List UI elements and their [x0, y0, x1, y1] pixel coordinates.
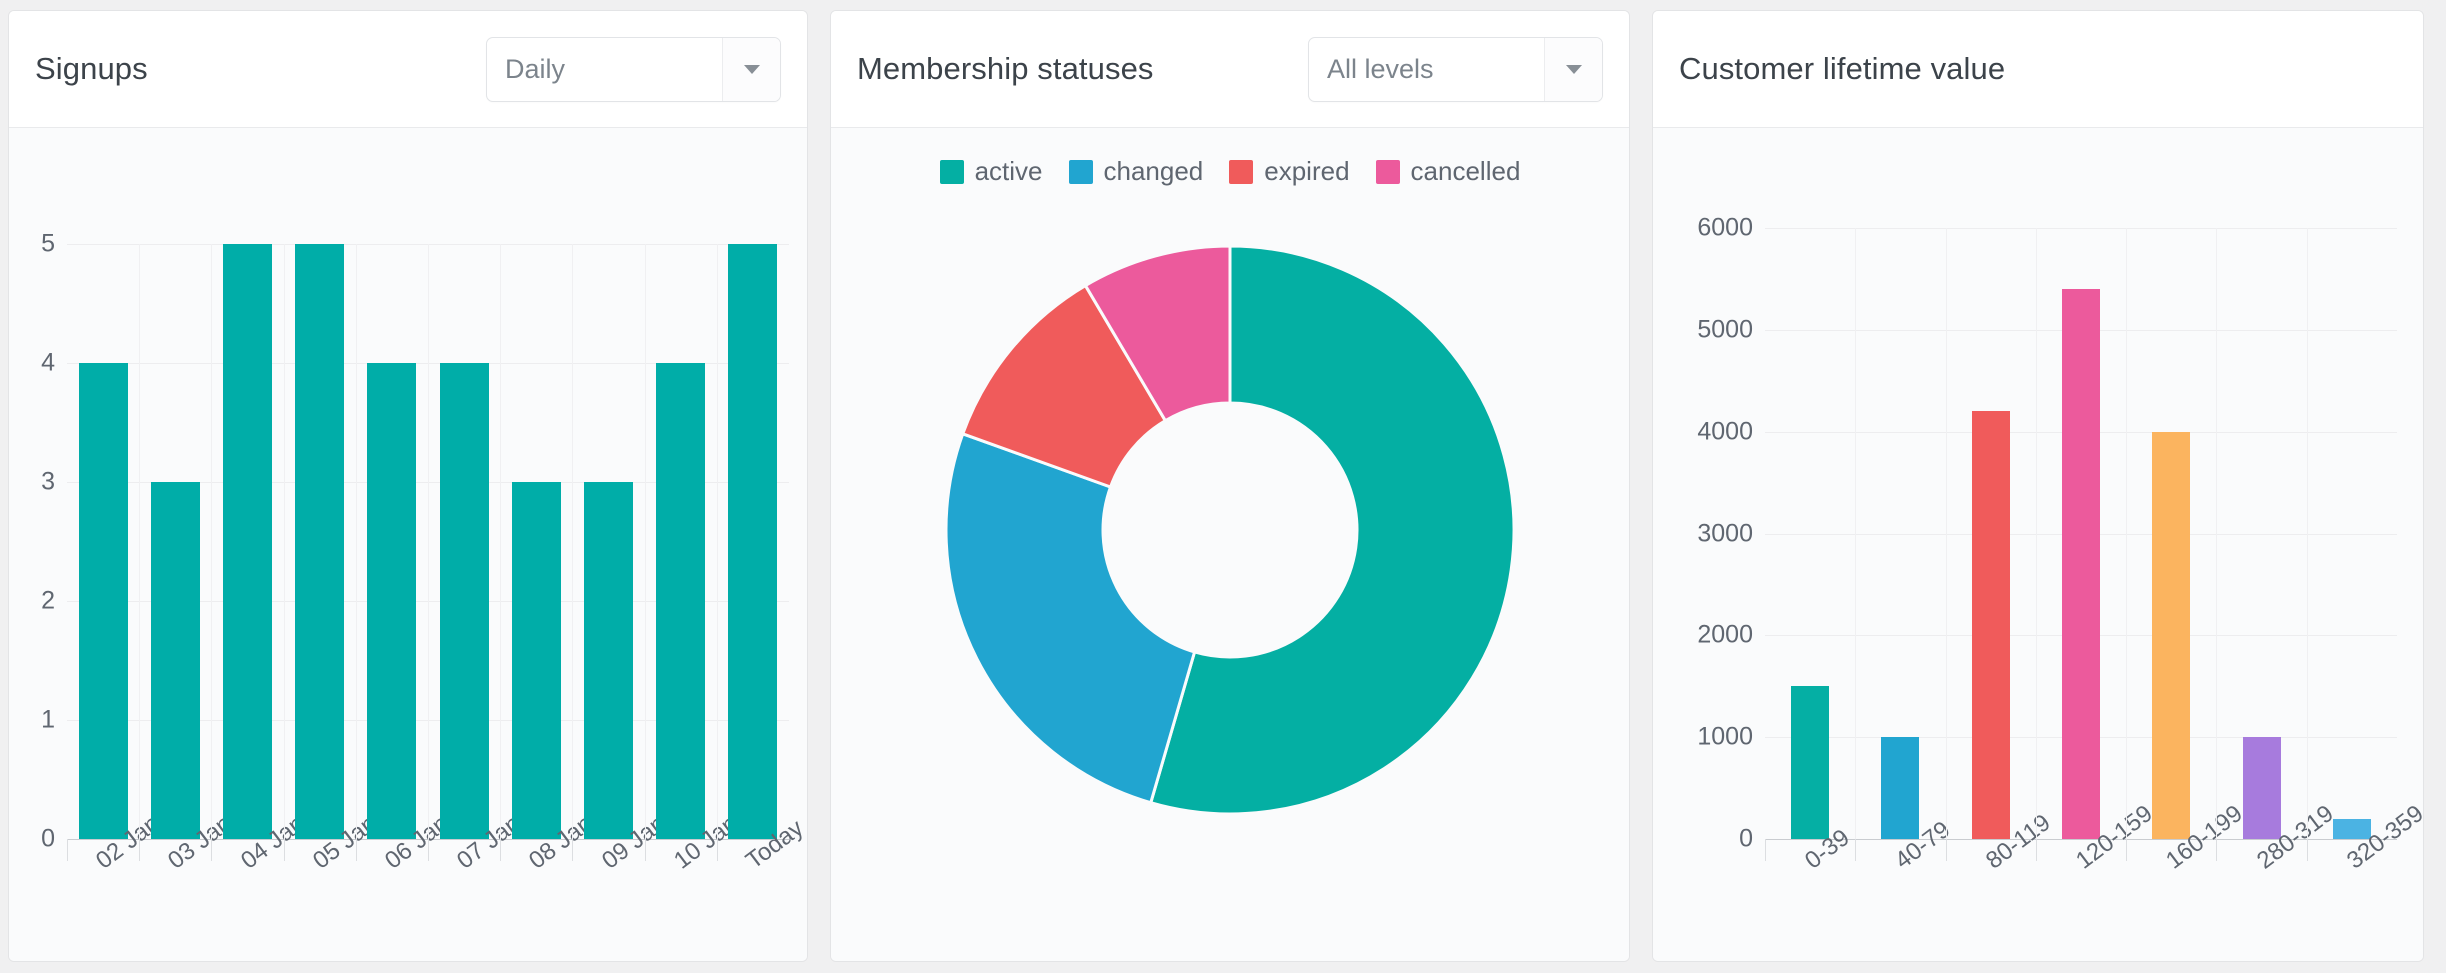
page-title: Customer lifetime value — [1679, 51, 2006, 86]
signups-period-select[interactable]: Daily — [486, 36, 781, 102]
y-axis-tick-label: 3 — [41, 467, 55, 496]
bar[interactable] — [511, 482, 561, 839]
y-axis-tick-label: 0 — [41, 824, 55, 853]
gridline — [2306, 228, 2308, 839]
dashboard: Signups Daily 0 1 2 3 4 5 02 Jan 03 Jan 04 Jan 05… — [0, 0, 2446, 973]
bar[interactable] — [728, 244, 778, 839]
page-title: Signups — [35, 51, 148, 86]
x-axis-tick — [428, 839, 429, 861]
x-axis-tick — [2216, 839, 2218, 861]
legend-swatch-icon — [1375, 159, 1400, 184]
y-axis-tick-label: 4000 — [1697, 417, 1753, 446]
bar[interactable] — [1791, 686, 1830, 839]
donut-slice[interactable]: changed: 26 — [944, 431, 1197, 805]
chevron-down-icon[interactable] — [722, 37, 780, 101]
x-axis-tick — [1945, 839, 1947, 861]
bar[interactable] — [2062, 289, 2100, 839]
gridline — [1945, 228, 1947, 839]
x-axis-tick — [211, 839, 213, 861]
x-axis-tick — [572, 839, 574, 861]
legend-item[interactable]: cancelled — [1375, 156, 1521, 187]
gridline — [1765, 228, 2397, 229]
bar[interactable] — [367, 363, 417, 839]
bar[interactable] — [78, 363, 128, 839]
y-axis-tick-label: 3000 — [1697, 519, 1753, 547]
y-axis-tick-label: 5000 — [1697, 315, 1753, 344]
gridline — [716, 244, 718, 839]
bar[interactable] — [1971, 411, 2010, 839]
legend-swatch-icon — [939, 159, 964, 184]
bar[interactable] — [1881, 737, 1920, 839]
customer-lifetime-value-bar-chart: 0 1000 2000 3000 4000 5000 6000 0-39 40-79 80-119… — [1653, 128, 2423, 961]
x-axis-tick — [2306, 839, 2308, 861]
membership-level-select[interactable]: All levels — [1308, 36, 1603, 102]
signups-chart-body: 0 1 2 3 4 5 02 Jan 03 Jan 04 Jan 05 Jan 06 Jan 07 J… — [9, 128, 807, 961]
legend-label: active — [974, 156, 1043, 186]
y-axis-tick-label: 1 — [41, 705, 55, 734]
legend-item[interactable]: active — [939, 156, 1043, 187]
legend-swatch-icon — [1068, 159, 1093, 184]
x-axis-tick — [67, 839, 68, 861]
gridline — [283, 244, 285, 839]
membership-statuses-panel: Membership statuses All levels active cha… — [830, 10, 1630, 962]
x-axis-tick — [2126, 839, 2128, 861]
gridline — [355, 244, 357, 839]
y-axis-tick-label: 5 — [41, 229, 55, 258]
bar[interactable] — [583, 482, 634, 839]
signups-bar-chart: 0 1 2 3 4 5 02 Jan 03 Jan 04 Jan 05 Jan 06 Jan 07 J… — [9, 128, 807, 961]
donut-legend: active changed expired cancelled — [831, 156, 1629, 187]
x-axis-tick — [139, 839, 141, 861]
membership-level-select-value: All levels — [1327, 53, 1434, 84]
y-axis-tick-label: 1000 — [1697, 722, 1753, 751]
y-axis-tick-label: 0 — [1739, 824, 1753, 853]
bar[interactable] — [2242, 737, 2281, 839]
page-title: Membership statuses — [857, 51, 1154, 86]
bar[interactable] — [2152, 431, 2191, 839]
chevron-down-icon[interactable] — [1544, 37, 1602, 101]
bar[interactable] — [439, 363, 489, 839]
y-axis-tick-label: 2000 — [1697, 620, 1753, 649]
legend-label: expired — [1264, 156, 1350, 186]
x-axis-tick — [716, 839, 718, 861]
bar[interactable] — [656, 363, 706, 839]
gridline — [139, 244, 141, 839]
gridline — [2216, 228, 2218, 839]
bar[interactable] — [222, 244, 273, 839]
x-axis-tick — [2035, 839, 2037, 861]
gridline — [2035, 228, 2037, 839]
signups-period-select-value: Daily — [505, 53, 566, 84]
x-axis-tick — [1855, 839, 1857, 861]
membership-statuses-panel-header: Membership statuses All levels — [831, 11, 1629, 128]
gridline — [211, 244, 213, 839]
membership-statuses-donut-chart: active: 54.5changed: 26expired: 11cancel… — [944, 244, 1516, 819]
membership-statuses-chart-body: active changed expired cancelled active: 54… — [831, 128, 1629, 961]
gridline — [500, 244, 502, 839]
gridline — [1855, 228, 1857, 839]
gridline — [2126, 228, 2128, 839]
customer-lifetime-value-panel-header: Customer lifetime value — [1653, 11, 2423, 128]
signups-panel: Signups Daily 0 1 2 3 4 5 02 Jan 03 Jan 04 Jan 05… — [8, 10, 808, 962]
legend-label: cancelled — [1410, 156, 1521, 186]
y-axis-tick-label: 4 — [41, 348, 55, 377]
customer-lifetime-value-chart-body: 0 1000 2000 3000 4000 5000 6000 0-39 40-79 80-119… — [1653, 128, 2423, 961]
signups-panel-header: Signups Daily — [9, 11, 807, 128]
gridline — [644, 244, 646, 839]
donut-svg: active: 54.5changed: 26expired: 11cancel… — [944, 244, 1516, 816]
y-axis-tick-label: 6000 — [1697, 213, 1753, 242]
legend-swatch-icon — [1229, 159, 1254, 184]
bar[interactable] — [295, 244, 345, 839]
x-axis-tick — [644, 839, 646, 861]
legend-item[interactable]: changed — [1068, 156, 1204, 187]
customer-lifetime-value-panel: Customer lifetime value 0 1000 2000 3000 400… — [1652, 10, 2424, 962]
x-axis-tick — [1765, 839, 1766, 861]
x-axis-tick — [500, 839, 502, 861]
gridline — [428, 244, 429, 839]
gridline — [572, 244, 574, 839]
y-axis-tick-label: 2 — [41, 586, 55, 615]
legend-item[interactable]: expired — [1229, 156, 1350, 187]
legend-label: changed — [1103, 156, 1204, 186]
x-axis-tick — [355, 839, 357, 861]
bar[interactable] — [150, 482, 200, 839]
x-axis-tick — [283, 839, 285, 861]
